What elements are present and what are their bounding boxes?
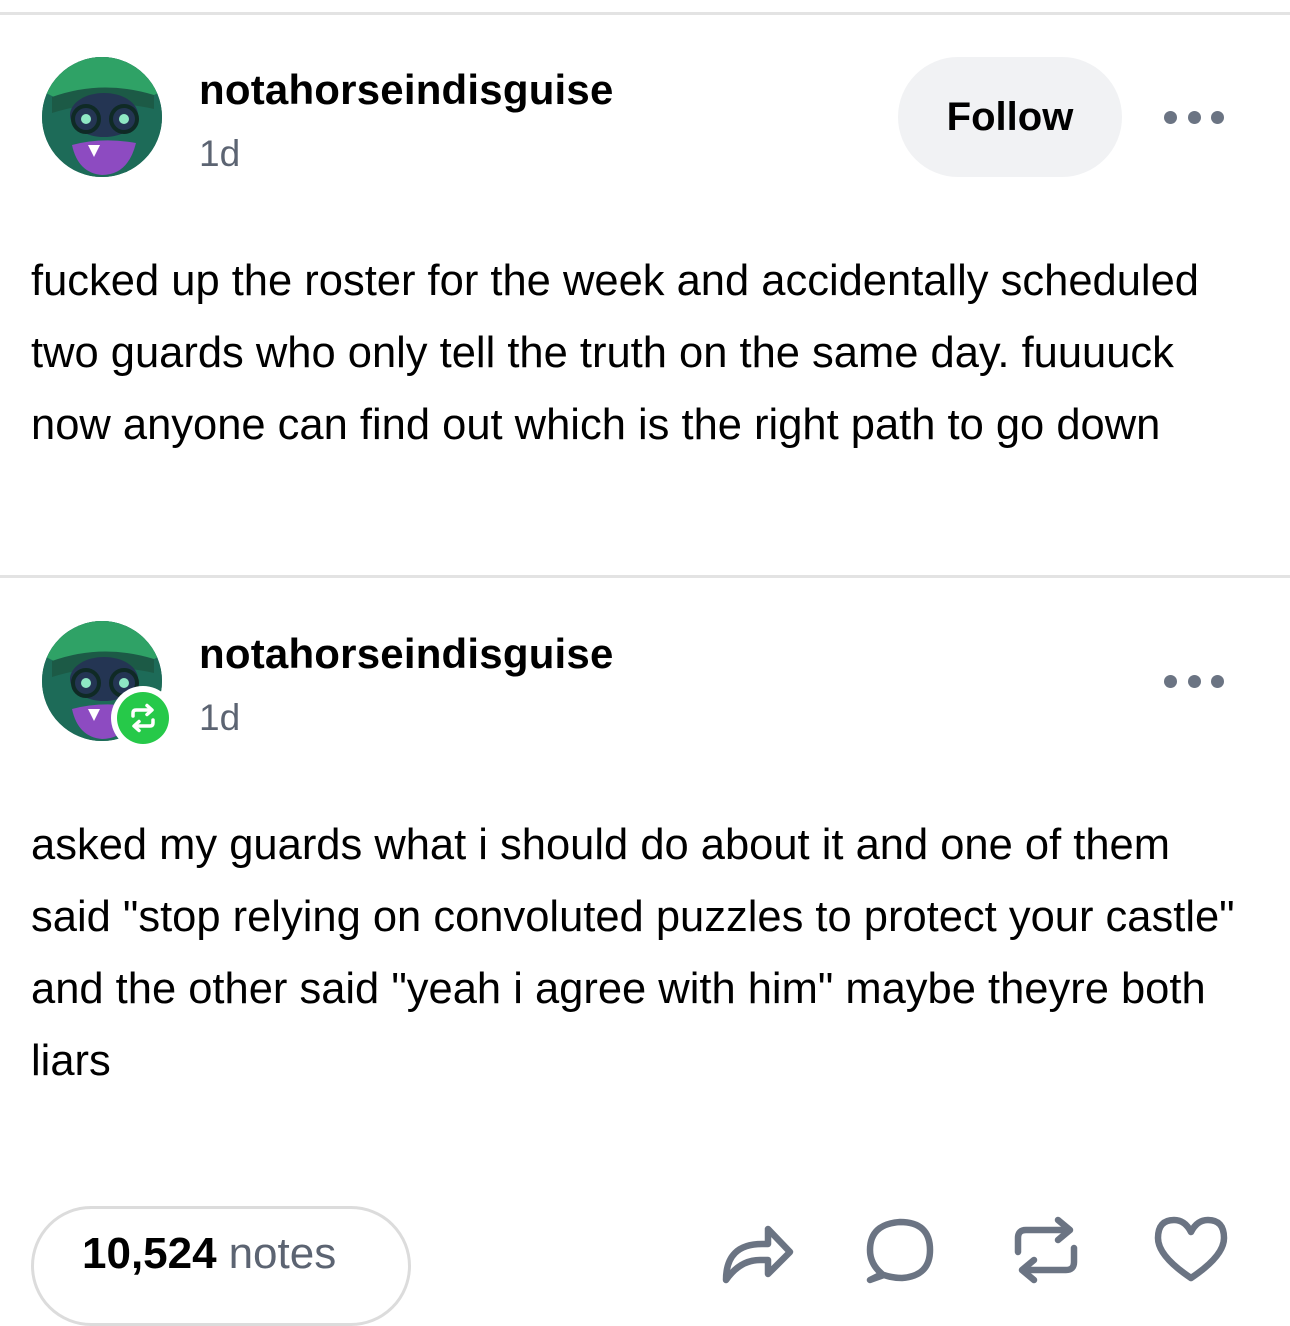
reblog-badge (111, 686, 175, 750)
reply-icon[interactable] (862, 1212, 940, 1287)
notes-label: notes (228, 1229, 337, 1278)
reblog-icon[interactable] (1008, 1212, 1086, 1287)
post-body: fucked up the roster for the week and ac… (31, 257, 1199, 449)
dot (1187, 674, 1201, 688)
more-options-icon[interactable] (1164, 671, 1224, 691)
avatar[interactable] (42, 57, 162, 177)
reblog-badge-circle (117, 692, 169, 744)
reblog-icon (131, 703, 155, 733)
dot (1187, 110, 1201, 124)
share-icon[interactable] (718, 1212, 796, 1287)
post-divider (0, 575, 1290, 578)
username[interactable]: notahorseindisguise (199, 630, 614, 678)
follow-button[interactable]: Follow (898, 57, 1122, 177)
username[interactable]: notahorseindisguise (199, 66, 614, 114)
like-icon[interactable] (1152, 1212, 1230, 1287)
notes-button[interactable]: 10,524 notes (31, 1206, 411, 1326)
dot (1164, 674, 1177, 688)
dot (1164, 110, 1177, 124)
post-body: asked my guards what i should do about i… (31, 821, 1235, 1085)
dot (1211, 110, 1224, 124)
notes-count: 10,524 (82, 1229, 217, 1278)
top-divider (0, 12, 1290, 15)
post-time[interactable]: 1d (199, 133, 240, 175)
dot (1211, 674, 1224, 688)
post-time[interactable]: 1d (199, 697, 240, 739)
more-options-icon[interactable] (1164, 107, 1224, 127)
